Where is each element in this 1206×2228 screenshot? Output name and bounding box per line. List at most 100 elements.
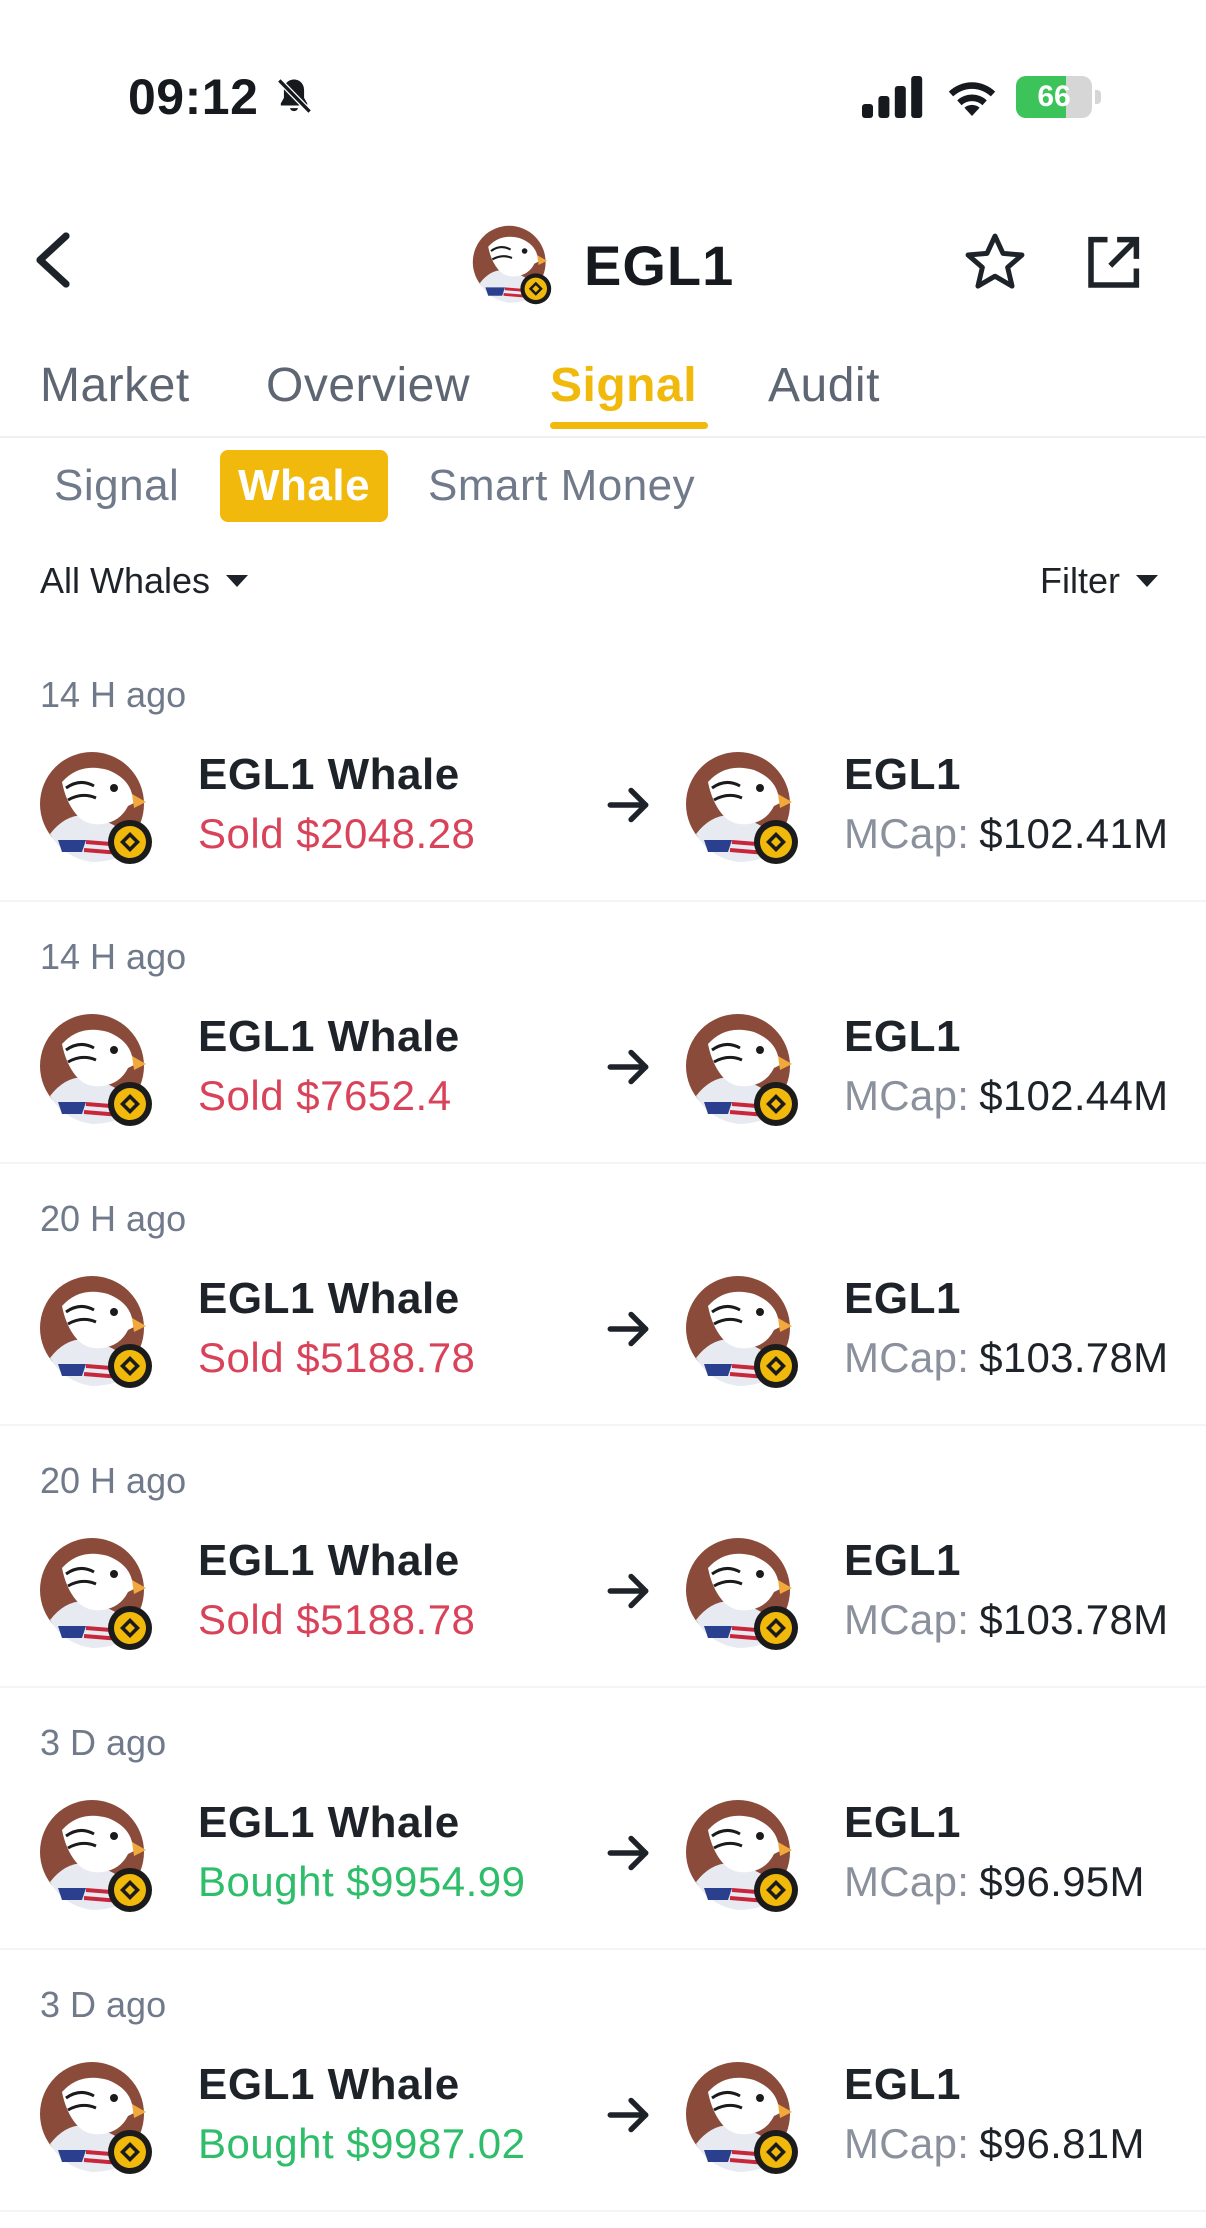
filter-label: Filter [1040,560,1120,601]
signal-time-ago: 20 H ago [40,1198,187,1239]
token-name: EGL1 [844,2060,961,2109]
subtab-smart-money[interactable]: Smart Money [428,450,695,522]
market-cap: MCap: $103.78M [844,1334,1168,1382]
status-bar: 09:12 66 [0,0,1206,190]
whale-avatar [36,748,156,868]
mcap-label: MCap: [844,1334,970,1381]
cellular-signal-icon [862,76,923,118]
mcap-value: $102.44M [979,1072,1169,1119]
mcap-label: MCap: [844,1596,970,1643]
whale-name: EGL1 Whale [198,1798,460,1847]
signal-row[interactable]: 14 H ago EGL1 Whale Sold $7652.4 EGL1 MC… [0,902,1206,1164]
tab-overview[interactable]: Overview [266,358,470,413]
signal-time-ago: 14 H ago [40,936,187,977]
signal-row[interactable]: 20 H ago EGL1 Whale Sold $5188.78 EGL1 M… [0,1164,1206,1426]
signal-time-ago: 20 H ago [40,1460,187,1501]
subtab-signal[interactable]: Signal [54,450,179,522]
battery-body: 66 [1016,76,1092,118]
token-avatar [682,1796,802,1916]
trade-action: Sold $7652.4 [198,1072,452,1119]
sub-tabs: Signal Whale Smart Money [0,450,1206,530]
token-header: EGL1 [0,200,1206,320]
trade-action: Sold $5188.78 [198,1334,476,1381]
signal-time-ago: 14 H ago [40,674,187,715]
trade-action: Sold $5188.78 [198,1596,476,1643]
tab-market[interactable]: Market [40,358,190,413]
filter-dropdown[interactable]: Filter [1040,560,1158,602]
main-tabs: Market Overview Signal Audit [0,350,1206,438]
token-name: EGL1 [844,750,961,799]
whale-name: EGL1 Whale [198,1012,460,1061]
mcap-label: MCap: [844,2120,970,2167]
battery-indicator: 66 [1016,76,1102,118]
tab-audit[interactable]: Audit [768,358,880,413]
token-avatar [682,1272,802,1392]
token-title: EGL1 [584,233,735,297]
whale-name: EGL1 Whale [198,750,460,799]
signal-row[interactable]: 3 D ago EGL1 Whale Bought $9954.99 EGL1 … [0,1688,1206,1950]
market-cap: MCap: $103.78M [844,1596,1168,1644]
trade-action: Sold $2048.28 [198,810,476,857]
whale-name: EGL1 Whale [198,1274,460,1323]
arrow-right-icon [607,1049,649,1085]
whale-filter-dropdown[interactable]: All Whales [40,560,249,602]
whale-name: EGL1 Whale [198,1536,460,1585]
caret-down-icon [1136,575,1158,587]
whale-name: EGL1 Whale [198,2060,460,2109]
mcap-label: MCap: [844,1072,970,1119]
token-title-group: EGL1 [470,220,734,310]
signal-row[interactable]: 20 H ago EGL1 Whale Sold $5188.78 EGL1 M… [0,1426,1206,1688]
mcap-label: MCap: [844,810,970,857]
token-avatar [682,1010,802,1130]
star-icon[interactable] [960,230,1030,296]
market-cap: MCap: $102.41M [844,810,1168,858]
arrow-right-icon [607,787,649,823]
token-avatar [682,1534,802,1654]
signal-row[interactable]: 3 D ago EGL1 Whale Bought $9987.02 EGL1 … [0,1950,1206,2212]
arrow-right-icon [607,2097,649,2133]
token-avatar [682,2058,802,2178]
signal-time-ago: 3 D ago [40,1722,167,1763]
market-cap: MCap: $96.81M [844,2120,1145,2168]
token-name: EGL1 [844,1798,961,1847]
token-name: EGL1 [844,1274,961,1323]
market-cap: MCap: $96.95M [844,1858,1145,1906]
tab-signal[interactable]: Signal [550,358,697,413]
token-name: EGL1 [844,1012,961,1061]
signal-time-ago: 3 D ago [40,1984,167,2025]
whale-avatar [36,1010,156,1130]
battery-tip [1095,90,1101,104]
wifi-icon [948,82,996,116]
mcap-value: $102.41M [979,810,1169,857]
share-icon[interactable] [1080,230,1146,296]
token-name: EGL1 [844,1536,961,1585]
subtab-whale[interactable]: Whale [220,450,389,522]
arrow-right-icon [607,1835,649,1871]
trade-action: Bought $9954.99 [198,1858,526,1905]
mcap-value: $103.78M [979,1334,1169,1381]
whale-filter-label: All Whales [40,560,211,601]
mcap-value: $103.78M [979,1596,1169,1643]
market-cap: MCap: $102.44M [844,1072,1168,1120]
trade-action: Bought $9987.02 [198,2120,526,2167]
whale-avatar [36,2058,156,2178]
arrow-right-icon [607,1311,649,1347]
signal-row[interactable]: 14 H ago EGL1 Whale Sold $2048.28 EGL1 M… [0,640,1206,902]
egl1-token-logo [472,225,552,305]
mcap-value: $96.95M [979,1858,1145,1905]
battery-level: 66 [1037,80,1071,113]
token-avatar [682,748,802,868]
whale-avatar [36,1272,156,1392]
whale-signal-list: 14 H ago EGL1 Whale Sold $2048.28 EGL1 M… [0,640,1206,2212]
whale-avatar [36,1534,156,1654]
back-icon[interactable] [30,230,80,290]
bell-off-icon [277,78,312,114]
active-tab-indicator [550,422,708,429]
status-time: 09:12 [128,69,259,125]
mcap-label: MCap: [844,1858,970,1905]
filter-bar: All Whales Filter [0,560,1206,620]
whale-avatar [36,1796,156,1916]
caret-down-icon [226,575,249,587]
mcap-value: $96.81M [979,2120,1145,2167]
arrow-right-icon [607,1573,649,1609]
